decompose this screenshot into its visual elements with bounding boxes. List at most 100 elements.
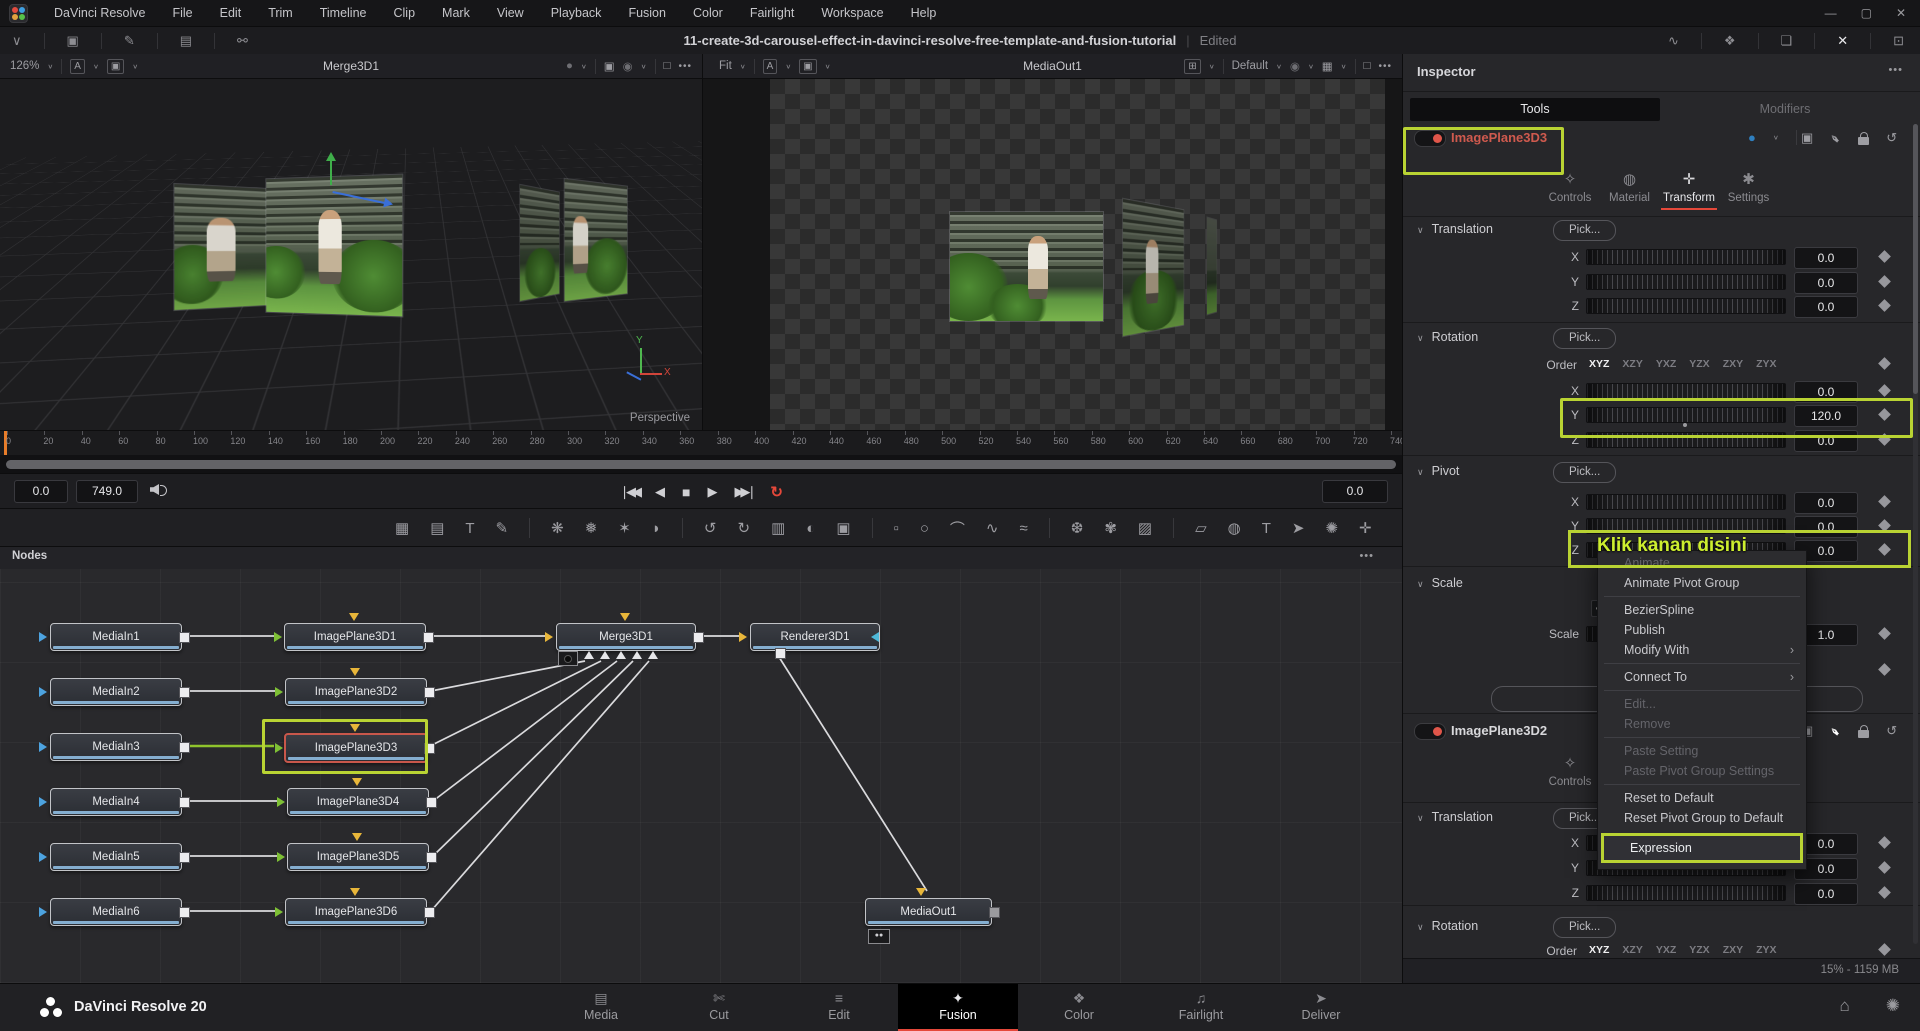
minimize-icon[interactable]: — xyxy=(1825,6,1837,20)
page-media[interactable]: ▤Media xyxy=(541,984,661,1031)
node-port[interactable] xyxy=(352,833,362,841)
merge-bottom-input-port[interactable] xyxy=(648,651,658,659)
menu-item-fusion[interactable]: Fusion xyxy=(628,6,666,20)
node-mediain5[interactable]: MediaIn5 xyxy=(50,843,182,871)
value-x[interactable]: 0.0 xyxy=(1794,492,1858,514)
order-option-zxy[interactable]: ZXY xyxy=(1723,944,1743,956)
channel-select-a[interactable]: A xyxy=(70,59,85,74)
home-icon[interactable]: ⌂ xyxy=(1839,996,1849,1016)
tab-tools[interactable]: Tools xyxy=(1410,98,1660,121)
node-port[interactable] xyxy=(39,852,47,862)
pick-button[interactable]: Pick... xyxy=(1553,917,1616,938)
pin-icon[interactable]: ✒ xyxy=(1826,721,1845,740)
node-output-port[interactable] xyxy=(423,632,434,643)
node-port[interactable] xyxy=(350,724,360,732)
node-imageplane3d2[interactable]: ImagePlane3D2 xyxy=(285,678,427,706)
page-fusion[interactable]: ✦Fusion xyxy=(898,984,1018,1031)
fusion-tool-icon-13[interactable]: ▣ xyxy=(836,519,850,537)
expand-viewer-icon[interactable]: □ xyxy=(664,60,671,72)
node-mediain2[interactable]: MediaIn2 xyxy=(50,678,182,706)
lut-select[interactable]: Default xyxy=(1232,60,1268,72)
node-output-port[interactable] xyxy=(424,743,435,754)
lock-icon[interactable] xyxy=(1858,730,1869,738)
fusion-tool-icon-16[interactable]: ⌒ xyxy=(950,518,965,539)
value-y[interactable]: 0.0 xyxy=(1794,516,1858,538)
slider-y[interactable] xyxy=(1586,274,1786,290)
node-port[interactable] xyxy=(275,907,283,917)
fusion-tool-icon-14[interactable]: ▫ xyxy=(894,520,899,537)
menu-item-file[interactable]: File xyxy=(172,6,192,20)
node-mediain1[interactable]: MediaIn1 xyxy=(50,623,182,651)
keyframe-diamond[interactable] xyxy=(1878,663,1891,676)
fusion-tool-icon-12[interactable]: ◐ xyxy=(806,520,815,537)
node-port[interactable] xyxy=(545,632,553,642)
menu-item-mark[interactable]: Mark xyxy=(442,6,470,20)
menu-item-help[interactable]: Help xyxy=(911,6,937,20)
pick-button[interactable]: Pick... xyxy=(1553,220,1616,241)
node-port[interactable] xyxy=(916,888,926,896)
fusion-tool-icon-20[interactable]: ✾ xyxy=(1104,519,1117,537)
page-cut[interactable]: ✄Cut xyxy=(659,984,779,1031)
node-output-port[interactable] xyxy=(426,852,437,863)
lock-icon[interactable] xyxy=(1858,137,1869,145)
order-option-xzy[interactable]: XZY xyxy=(1622,358,1642,370)
loop-button[interactable]: ↻ xyxy=(770,483,783,501)
node-port[interactable] xyxy=(39,742,47,752)
node-graph[interactable]: MediaIn1MediaIn2MediaIn3MediaIn4MediaIn5… xyxy=(0,569,1402,983)
mediaout-thumbnail-toggle[interactable]: ●● xyxy=(868,929,890,944)
context-menu-item-modify-with[interactable]: Modify With› xyxy=(1598,640,1806,660)
node-output-port[interactable] xyxy=(424,687,435,698)
node-imageplane3d4[interactable]: ImagePlane3D4 xyxy=(287,788,429,816)
node-merge3d1[interactable]: Merge3D1 xyxy=(556,623,696,651)
page-fairlight[interactable]: ♫Fairlight xyxy=(1141,984,1261,1031)
tab-modifiers[interactable]: Modifiers xyxy=(1660,98,1910,121)
fusion-tool-icon-10[interactable]: ↻ xyxy=(738,519,751,537)
fill-mode-select[interactable]: ▣ xyxy=(799,59,816,74)
node-output-port[interactable] xyxy=(179,907,190,918)
keyframe-diamond[interactable] xyxy=(1878,519,1891,532)
node-port[interactable] xyxy=(275,687,283,697)
node-port[interactable] xyxy=(871,632,879,642)
nodes-panel-options-icon[interactable]: ••• xyxy=(1359,550,1374,562)
spline-icon[interactable]: ∿ xyxy=(1668,33,1679,49)
keyframe-diamond[interactable] xyxy=(1878,836,1891,849)
node-output-port[interactable] xyxy=(693,632,704,643)
menu-item-workspace[interactable]: Workspace xyxy=(821,6,883,20)
fusion-tool-icon-9[interactable]: ↺ xyxy=(704,519,717,537)
fusion-tool-icon-21[interactable]: ▨ xyxy=(1138,519,1152,537)
node-port[interactable] xyxy=(275,743,283,753)
settings-gear-icon[interactable]: ✺ xyxy=(1886,996,1900,1016)
fit-select[interactable]: Fit xyxy=(719,60,732,72)
node-mediaout1[interactable]: MediaOut1 xyxy=(865,898,992,926)
node-imageplane3d6[interactable]: ImagePlane3D6 xyxy=(285,898,427,926)
grid-icon[interactable]: ▦ xyxy=(1322,59,1333,73)
channel-select-a[interactable]: A xyxy=(763,59,778,74)
keyframe-diamond[interactable] xyxy=(1878,943,1891,956)
context-menu-item-animate-pivot-group[interactable]: Animate Pivot Group xyxy=(1598,573,1806,593)
fusion-tool-icon-22[interactable]: ▱ xyxy=(1195,519,1207,537)
value-z[interactable]: 0.0 xyxy=(1794,883,1858,905)
section-rotation[interactable]: ∨Rotation xyxy=(1417,330,1478,344)
node-imageplane3d3[interactable]: ImagePlane3D3 xyxy=(284,733,428,763)
value-x[interactable]: 0.0 xyxy=(1794,381,1858,403)
right-viewer-output[interactable] xyxy=(703,79,1402,430)
menu-item-fairlight[interactable]: Fairlight xyxy=(750,6,794,20)
node-port[interactable] xyxy=(39,797,47,807)
keyframe-diamond[interactable] xyxy=(1878,275,1891,288)
menu-item-playback[interactable]: Playback xyxy=(551,6,602,20)
keyframe-diamond[interactable] xyxy=(1878,495,1891,508)
order-option-yzx[interactable]: YZX xyxy=(1689,944,1709,956)
pick-button[interactable]: Pick... xyxy=(1553,328,1616,349)
pin-icon[interactable]: ✒ xyxy=(1826,128,1845,147)
fusion-tool-icon-6[interactable]: ❅ xyxy=(585,519,598,537)
order-option-xyz[interactable]: XYZ xyxy=(1589,944,1609,956)
node-output-port[interactable] xyxy=(179,852,190,863)
merge-bottom-input-port[interactable] xyxy=(584,651,594,659)
fusion-tool-icon-7[interactable]: ✶ xyxy=(618,519,631,537)
context-menu-item-reset-pivot-group-to-default[interactable]: Reset Pivot Group to Default xyxy=(1598,808,1806,828)
close-icon[interactable]: ✕ xyxy=(1896,6,1906,20)
node-port[interactable] xyxy=(39,687,47,697)
value-z[interactable]: 0.0 xyxy=(1794,296,1858,318)
node-output-port[interactable] xyxy=(179,687,190,698)
metadata-tag-icon[interactable]: ❏ xyxy=(1781,33,1793,49)
